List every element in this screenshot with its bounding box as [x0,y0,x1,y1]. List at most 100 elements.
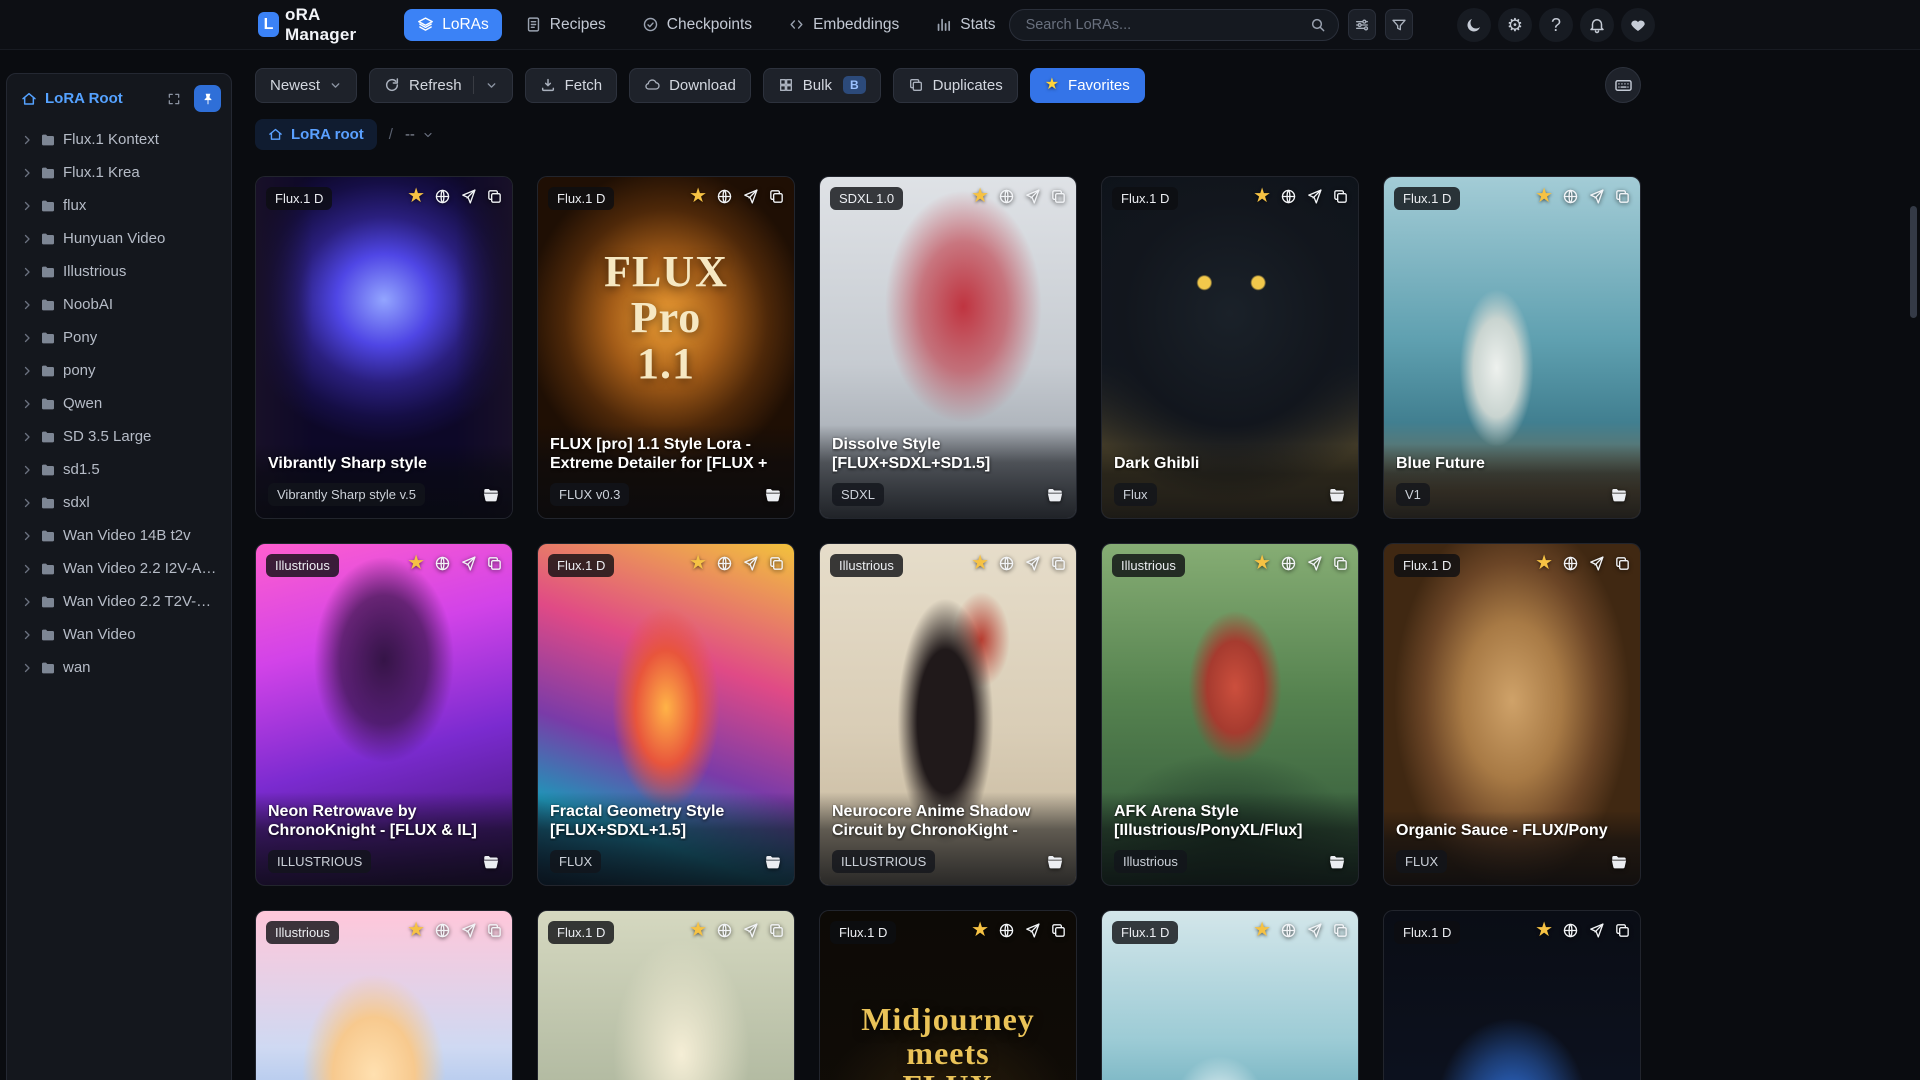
copy-icon[interactable] [1050,922,1067,939]
favorite-star-icon[interactable]: ★ [1535,553,1553,573]
folder-open-icon[interactable] [1046,486,1064,504]
bulk-button[interactable]: Bulk B [762,67,881,103]
send-icon[interactable] [1588,555,1605,572]
search-settings-button[interactable] [1347,9,1376,40]
breadcrumb-root[interactable]: LoRA root [255,119,377,150]
lora-card[interactable]: Midjourney meets FLUX Flux.1 D ★ [819,910,1077,1080]
sidebar-folder-item[interactable]: sd1.5 [13,453,225,486]
help-button[interactable]: ? [1539,7,1573,42]
nav-tab-recipes[interactable]: Recipes [512,9,619,41]
copy-icon[interactable] [486,922,503,939]
send-icon[interactable] [1024,188,1041,205]
copy-icon[interactable] [1332,555,1349,572]
favorite-star-icon[interactable]: ★ [971,553,989,573]
favorite-star-icon[interactable]: ★ [407,186,425,206]
copy-icon[interactable] [1050,555,1067,572]
sidebar-folder-item[interactable]: NoobAI [13,288,225,321]
lora-card[interactable]: Flux.1 D ★ [1101,910,1359,1080]
globe-icon[interactable] [1562,188,1579,205]
nav-tab-checkpoints[interactable]: Checkpoints [629,9,765,41]
search-input[interactable] [1008,8,1339,41]
globe-icon[interactable] [998,922,1015,939]
sidebar-folder-item[interactable]: Pony [13,321,225,354]
send-icon[interactable] [460,188,477,205]
sidebar-folder-item[interactable]: flux [13,189,225,222]
pin-button[interactable] [194,85,221,112]
sidebar-folder-item[interactable]: Wan Video 14B t2v [13,519,225,552]
duplicates-button[interactable]: Duplicates [892,67,1018,103]
favorite-star-icon[interactable]: ★ [1253,553,1271,573]
send-icon[interactable] [1024,922,1041,939]
sidebar-folder-item[interactable]: wan [13,651,225,684]
folder-open-icon[interactable] [1328,486,1346,504]
copy-icon[interactable] [486,555,503,572]
sidebar-folder-item[interactable]: Illustrious [13,255,225,288]
lora-card[interactable]: Flux.1 D ★ Fractal Geometry Style [FLUX+… [537,543,795,886]
folder-open-icon[interactable] [1328,853,1346,871]
sidebar-folder-item[interactable]: Wan Video 2.2 T2V-A14B [13,585,225,618]
sidebar-folder-item[interactable]: Wan Video [13,618,225,651]
copy-icon[interactable] [768,922,785,939]
breadcrumb-folder-select[interactable]: -- [405,126,434,143]
sidebar-folder-item[interactable]: SD 3.5 Large [13,420,225,453]
send-icon[interactable] [1024,555,1041,572]
favorite-star-icon[interactable]: ★ [1253,920,1271,940]
keyboard-shortcuts-button[interactable] [1605,67,1641,103]
sidebar-folder-item[interactable]: pony [13,354,225,387]
settings-button[interactable]: ⚙ [1498,7,1532,42]
send-icon[interactable] [460,555,477,572]
lora-card[interactable]: Flux.1 D ★ Vibrantly Sharp style Vibrant… [255,176,513,519]
send-icon[interactable] [1306,555,1323,572]
send-icon[interactable] [1588,922,1605,939]
send-icon[interactable] [742,555,759,572]
sidebar-folder-item[interactable]: Qwen [13,387,225,420]
favorite-star-icon[interactable]: ★ [971,186,989,206]
theme-toggle-button[interactable] [1457,7,1491,42]
copy-icon[interactable] [1332,188,1349,205]
favorite-star-icon[interactable]: ★ [971,920,989,940]
globe-icon[interactable] [716,555,733,572]
scrollbar-thumb[interactable] [1910,206,1917,318]
notifications-button[interactable] [1580,7,1614,42]
globe-icon[interactable] [434,922,451,939]
copy-icon[interactable] [1614,555,1631,572]
copy-icon[interactable] [1614,188,1631,205]
send-icon[interactable] [1306,188,1323,205]
lora-card[interactable]: Flux.1 D ★ [1383,910,1641,1080]
lora-card[interactable]: Illustrious ★ AFK Arena Style [Illustrio… [1101,543,1359,886]
nav-tab-loras[interactable]: LoRAs [404,8,502,41]
sidebar-folder-item[interactable]: Wan Video 2.2 I2V-A14B [13,552,225,585]
sidebar-folder-item[interactable]: Flux.1 Kontext [13,123,225,156]
lora-card[interactable]: Illustrious ★ Neurocore Anime Shadow Cir… [819,543,1077,886]
copy-icon[interactable] [768,188,785,205]
folder-open-icon[interactable] [482,486,500,504]
folder-open-icon[interactable] [1610,853,1628,871]
favorites-heart-button[interactable] [1621,7,1655,42]
lora-card[interactable]: Flux.1 D ★ Dark Ghibli Flux [1101,176,1359,519]
globe-icon[interactable] [434,188,451,205]
favorite-star-icon[interactable]: ★ [689,920,707,940]
favorite-star-icon[interactable]: ★ [689,186,707,206]
favorite-star-icon[interactable]: ★ [689,553,707,573]
favorite-star-icon[interactable]: ★ [1535,920,1553,940]
sort-select[interactable]: Newest [255,67,358,103]
download-button[interactable]: Download [629,67,751,103]
copy-icon[interactable] [1050,188,1067,205]
favorite-star-icon[interactable]: ★ [1253,186,1271,206]
globe-icon[interactable] [1280,922,1297,939]
filter-button[interactable] [1384,9,1413,40]
globe-icon[interactable] [716,922,733,939]
folder-open-icon[interactable] [1610,486,1628,504]
send-icon[interactable] [1306,922,1323,939]
lora-card[interactable]: Flux.1 D ★ Blue Future V1 [1383,176,1641,519]
sidebar-root-item[interactable]: LoRA Root [21,90,154,107]
folder-open-icon[interactable] [764,486,782,504]
copy-icon[interactable] [1332,922,1349,939]
globe-icon[interactable] [1280,188,1297,205]
send-icon[interactable] [1588,188,1605,205]
globe-icon[interactable] [998,555,1015,572]
fetch-button[interactable]: Fetch [524,67,618,103]
send-icon[interactable] [742,188,759,205]
lora-card[interactable]: Flux.1 D ★ Organic Sauce - FLUX/Pony FLU… [1383,543,1641,886]
favorite-star-icon[interactable]: ★ [407,553,425,573]
